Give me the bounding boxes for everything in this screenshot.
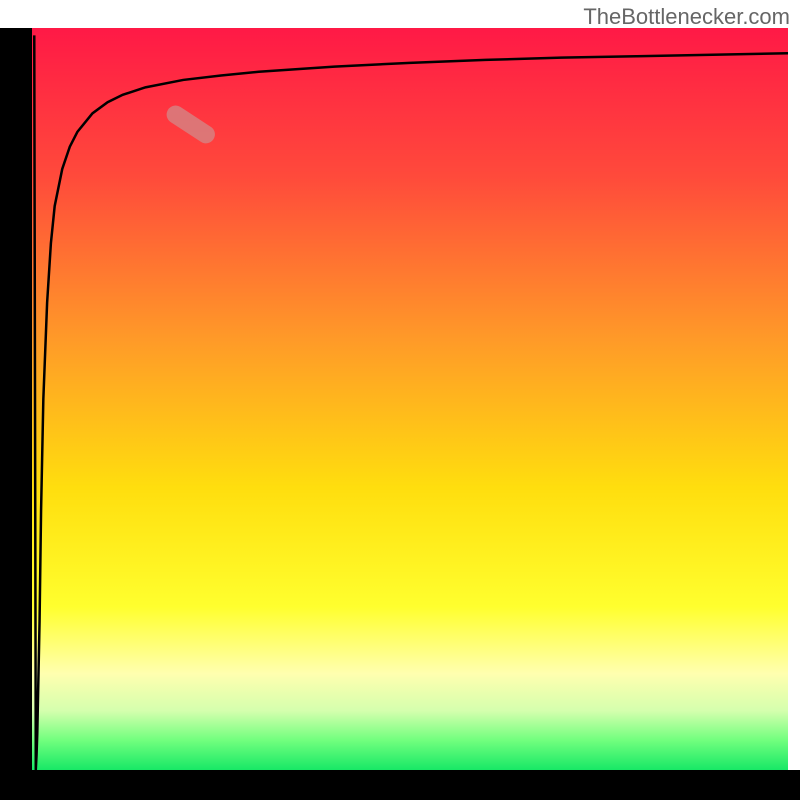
watermark-text: TheBottlenecker.com bbox=[583, 4, 790, 30]
bottleneck-chart: TheBottlenecker.com bbox=[0, 0, 800, 800]
x-axis-bar bbox=[0, 770, 800, 800]
bottleneck-curve bbox=[32, 28, 788, 770]
plot-area bbox=[32, 28, 788, 770]
y-axis-bar bbox=[0, 28, 32, 770]
